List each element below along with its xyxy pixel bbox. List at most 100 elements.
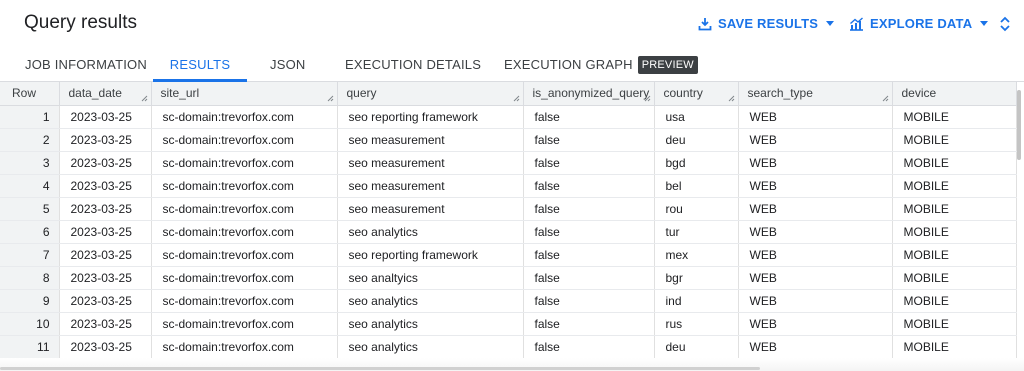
table-cell[interactable]: WEB	[738, 128, 893, 152]
resize-handle-icon[interactable]	[513, 95, 520, 102]
table-cell[interactable]: 2023-03-25	[59, 174, 152, 198]
resize-handle-icon[interactable]	[728, 95, 735, 102]
table-cell[interactable]: bgd	[654, 151, 739, 175]
table-cell[interactable]: seo analytics	[337, 312, 524, 336]
tab-job-information[interactable]: JOB INFORMATION	[25, 48, 147, 81]
table-cell[interactable]: sc-domain:trevorfox.com	[151, 289, 338, 313]
table-cell[interactable]: sc-domain:trevorfox.com	[151, 151, 338, 175]
table-cell[interactable]: false	[523, 289, 655, 313]
table-cell[interactable]: seo analytics	[337, 220, 524, 244]
column-header-device[interactable]: device	[892, 82, 1017, 106]
table-cell[interactable]: MOBILE	[892, 335, 1017, 359]
tab-results[interactable]: RESULTS	[153, 48, 247, 82]
table-cell[interactable]: 2023-03-25	[59, 197, 152, 221]
table-cell[interactable]: WEB	[738, 174, 893, 198]
tab-json[interactable]: JSON	[270, 48, 305, 81]
table-cell[interactable]: bel	[654, 174, 739, 198]
column-header-is-anonymized-query[interactable]: is_anonymized_query	[523, 82, 655, 106]
table-cell[interactable]: false	[523, 197, 655, 221]
table-cell[interactable]: 2023-03-25	[59, 105, 152, 129]
table-cell[interactable]: seo analtyics	[337, 266, 524, 290]
table-cell[interactable]: WEB	[738, 335, 893, 359]
table-cell[interactable]: sc-domain:trevorfox.com	[151, 312, 338, 336]
table-cell[interactable]: MOBILE	[892, 243, 1017, 267]
table-cell[interactable]: false	[523, 128, 655, 152]
table-cell[interactable]: sc-domain:trevorfox.com	[151, 335, 338, 359]
table-cell[interactable]: 2023-03-25	[59, 128, 152, 152]
table-cell[interactable]: bgr	[654, 266, 739, 290]
table-cell[interactable]: MOBILE	[892, 289, 1017, 313]
resize-handle-icon[interactable]	[882, 95, 889, 102]
table-cell[interactable]: MOBILE	[892, 128, 1017, 152]
tab-execution-details[interactable]: EXECUTION DETAILS	[345, 48, 481, 81]
table-cell[interactable]: sc-domain:trevorfox.com	[151, 128, 338, 152]
table-cell[interactable]: false	[523, 266, 655, 290]
table-cell[interactable]: tur	[654, 220, 739, 244]
table-cell[interactable]: sc-domain:trevorfox.com	[151, 105, 338, 129]
table-cell[interactable]: seo reporting framework	[337, 105, 524, 129]
table-cell[interactable]: MOBILE	[892, 312, 1017, 336]
table-cell[interactable]: sc-domain:trevorfox.com	[151, 174, 338, 198]
table-cell[interactable]: 2023-03-25	[59, 312, 152, 336]
column-header-query[interactable]: query	[337, 82, 524, 106]
table-cell[interactable]: false	[523, 220, 655, 244]
table-cell[interactable]: MOBILE	[892, 220, 1017, 244]
table-cell[interactable]: rus	[654, 312, 739, 336]
table-cell[interactable]: WEB	[738, 266, 893, 290]
table-cell[interactable]: deu	[654, 335, 739, 359]
table-cell[interactable]: false	[523, 151, 655, 175]
table-cell[interactable]: false	[523, 174, 655, 198]
table-cell[interactable]: 2023-03-25	[59, 243, 152, 267]
table-cell[interactable]: MOBILE	[892, 151, 1017, 175]
table-cell[interactable]: sc-domain:trevorfox.com	[151, 197, 338, 221]
table-cell[interactable]: MOBILE	[892, 174, 1017, 198]
table-cell[interactable]: false	[523, 335, 655, 359]
table-cell[interactable]: ind	[654, 289, 739, 313]
resize-handle-icon[interactable]	[327, 95, 334, 102]
table-cell[interactable]: seo measurement	[337, 128, 524, 152]
table-cell[interactable]: false	[523, 105, 655, 129]
save-results-button[interactable]: SAVE RESULTS	[698, 16, 835, 31]
table-cell[interactable]: WEB	[738, 151, 893, 175]
column-header-country[interactable]: country	[654, 82, 739, 106]
resize-handle-icon[interactable]	[644, 95, 651, 102]
table-cell[interactable]: mex	[654, 243, 739, 267]
table-cell[interactable]: seo measurement	[337, 151, 524, 175]
table-cell[interactable]: 2023-03-25	[59, 289, 152, 313]
table-cell[interactable]: WEB	[738, 312, 893, 336]
table-cell[interactable]: sc-domain:trevorfox.com	[151, 220, 338, 244]
table-cell[interactable]: seo analytics	[337, 335, 524, 359]
table-cell[interactable]: rou	[654, 197, 739, 221]
table-cell[interactable]: WEB	[738, 197, 893, 221]
explore-data-button[interactable]: EXPLORE DATA	[849, 16, 989, 31]
column-header-search-type[interactable]: search_type	[738, 82, 893, 106]
table-cell[interactable]: WEB	[738, 243, 893, 267]
table-cell[interactable]: WEB	[738, 220, 893, 244]
column-header-data-date[interactable]: data_date	[59, 82, 152, 106]
table-cell[interactable]: 2023-03-25	[59, 335, 152, 359]
table-cell[interactable]: seo reporting framework	[337, 243, 524, 267]
table-cell[interactable]: sc-domain:trevorfox.com	[151, 243, 338, 267]
tab-execution-graph[interactable]: EXECUTION GRAPH PREVIEW	[504, 48, 698, 81]
table-cell[interactable]: seo measurement	[337, 197, 524, 221]
table-cell[interactable]: sc-domain:trevorfox.com	[151, 266, 338, 290]
table-cell[interactable]: MOBILE	[892, 197, 1017, 221]
table-cell[interactable]: 2023-03-25	[59, 266, 152, 290]
table-cell[interactable]: usa	[654, 105, 739, 129]
horizontal-scrollbar[interactable]	[0, 367, 760, 370]
table-cell[interactable]: MOBILE	[892, 266, 1017, 290]
column-header-site-url[interactable]: site_url	[151, 82, 338, 106]
table-cell[interactable]: seo measurement	[337, 174, 524, 198]
table-cell[interactable]: false	[523, 312, 655, 336]
table-cell[interactable]: 2023-03-25	[59, 220, 152, 244]
table-cell[interactable]: WEB	[738, 105, 893, 129]
vertical-scrollbar[interactable]	[1017, 90, 1021, 160]
resize-handle-icon[interactable]	[141, 95, 148, 102]
table-cell[interactable]: false	[523, 243, 655, 267]
table-cell[interactable]: 2023-03-25	[59, 151, 152, 175]
table-cell[interactable]: deu	[654, 128, 739, 152]
table-cell[interactable]: seo analytics	[337, 289, 524, 313]
expand-collapse-button[interactable]	[999, 16, 1011, 37]
table-cell[interactable]: MOBILE	[892, 105, 1017, 129]
table-cell[interactable]: WEB	[738, 289, 893, 313]
